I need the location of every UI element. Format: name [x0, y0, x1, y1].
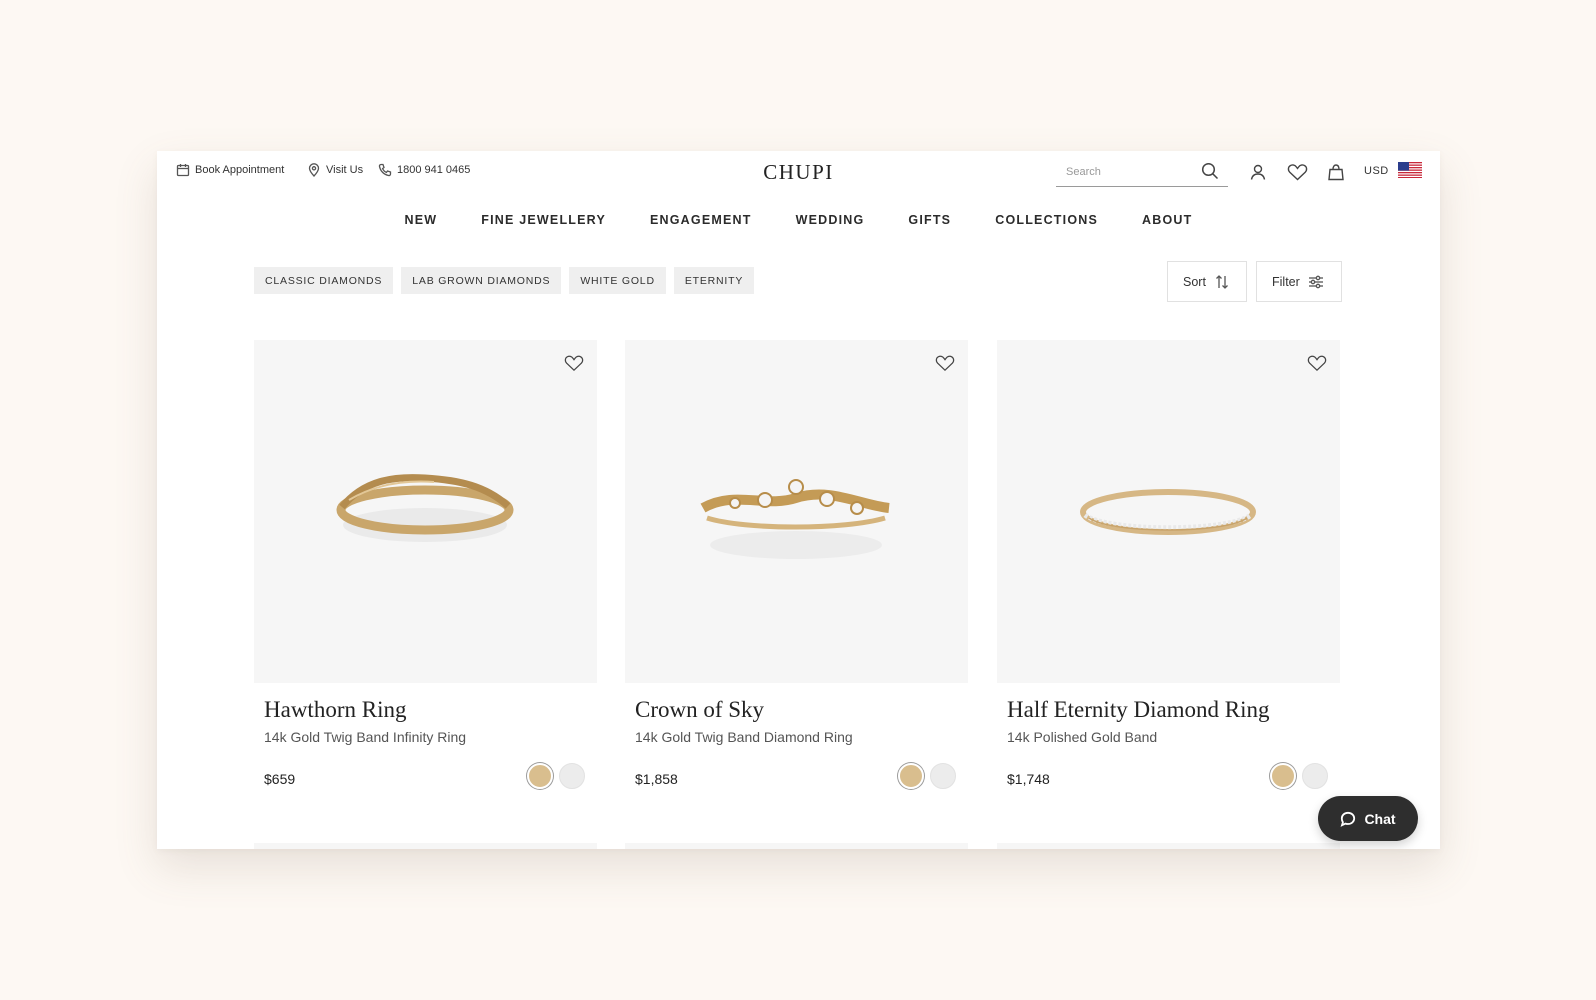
swatch-yellow-gold[interactable] — [527, 763, 553, 789]
chat-button[interactable]: Chat — [1318, 796, 1418, 841]
search-box — [1056, 157, 1228, 187]
heart-icon[interactable] — [1287, 163, 1308, 181]
browser-window: Book Appointment Visit Us 1800 941 0465 … — [157, 151, 1440, 849]
sort-arrows-icon — [1215, 274, 1228, 289]
product-card[interactable]: Crown of Sky 14k Gold Twig Band Diamond … — [625, 340, 968, 789]
chat-label: Chat — [1364, 810, 1396, 827]
wishlist-heart-icon[interactable] — [1307, 354, 1327, 372]
metal-swatches — [1264, 763, 1328, 789]
product-card[interactable]: Hawthorn Ring 14k Gold Twig Band Infinit… — [254, 340, 597, 789]
next-row-card — [254, 843, 597, 849]
nav-item-gifts[interactable]: GIFTS — [908, 213, 951, 227]
nav-item-wedding[interactable]: WEDDING — [796, 213, 865, 227]
swatch-yellow-gold[interactable] — [898, 763, 924, 789]
product-subtitle: 14k Gold Twig Band Infinity Ring — [264, 729, 467, 745]
ring-image — [700, 479, 890, 559]
chat-bubble-icon — [1341, 811, 1356, 827]
product-image[interactable] — [254, 340, 597, 683]
nav-item-new[interactable]: NEW — [405, 213, 438, 227]
chip-lab-grown-diamonds[interactable]: LAB GROWN DIAMONDS — [401, 267, 562, 294]
wishlist-heart-icon[interactable] — [935, 354, 955, 372]
swatch-white-gold[interactable] — [559, 763, 585, 789]
currency-selector[interactable]: USD — [1364, 165, 1389, 177]
next-row-card — [997, 843, 1340, 849]
product-image[interactable] — [625, 340, 968, 683]
swatch-white-gold[interactable] — [1302, 763, 1328, 789]
search-icon[interactable] — [1201, 162, 1219, 180]
filter-chips: CLASSIC DIAMONDS LAB GROWN DIAMONDS WHIT… — [254, 267, 762, 294]
chip-white-gold[interactable]: WHITE GOLD — [569, 267, 666, 294]
ring-image — [336, 474, 514, 542]
sort-label: Sort — [1183, 274, 1206, 289]
chip-classic-diamonds[interactable]: CLASSIC DIAMONDS — [254, 267, 394, 294]
product-image[interactable] — [997, 340, 1340, 683]
site-logo[interactable]: CHUPI — [157, 160, 1440, 185]
product-title[interactable]: Hawthorn Ring — [264, 697, 597, 723]
us-flag-icon[interactable] — [1398, 162, 1422, 178]
swatch-yellow-gold[interactable] — [1270, 763, 1296, 789]
product-subtitle: 14k Polished Gold Band — [1007, 729, 1158, 745]
chip-eternity[interactable]: ETERNITY — [673, 267, 755, 294]
nav-item-fine-jewellery[interactable]: FINE JEWELLERY — [481, 213, 606, 227]
nav-item-collections[interactable]: COLLECTIONS — [995, 213, 1098, 227]
bag-icon[interactable] — [1327, 163, 1345, 181]
filter-button[interactable]: Filter — [1256, 261, 1342, 302]
product-subtitle: 14k Gold Twig Band Diamond Ring — [635, 729, 853, 745]
main-nav: NEW FINE JEWELLERY ENGAGEMENT WEDDING GI… — [157, 213, 1440, 227]
product-title[interactable]: Half Eternity Diamond Ring — [1007, 697, 1340, 723]
product-title[interactable]: Crown of Sky — [635, 697, 968, 723]
filter-sliders-icon — [1308, 275, 1323, 288]
filter-label: Filter — [1272, 274, 1300, 289]
top-bar: Book Appointment Visit Us 1800 941 0465 … — [157, 151, 1440, 191]
wishlist-heart-icon[interactable] — [564, 354, 584, 372]
metal-swatches — [521, 763, 585, 789]
nav-item-engagement[interactable]: ENGAGEMENT — [650, 213, 752, 227]
user-icon[interactable] — [1249, 163, 1267, 181]
product-card[interactable]: Half Eternity Diamond Ring 14k Polished … — [997, 340, 1340, 789]
nav-item-about[interactable]: ABOUT — [1142, 213, 1192, 227]
swatch-white-gold[interactable] — [930, 763, 956, 789]
next-row-card — [625, 843, 968, 849]
metal-swatches — [892, 763, 956, 789]
search-input[interactable] — [1066, 165, 1206, 178]
sort-button[interactable]: Sort — [1167, 261, 1247, 302]
ring-image — [1080, 489, 1256, 535]
